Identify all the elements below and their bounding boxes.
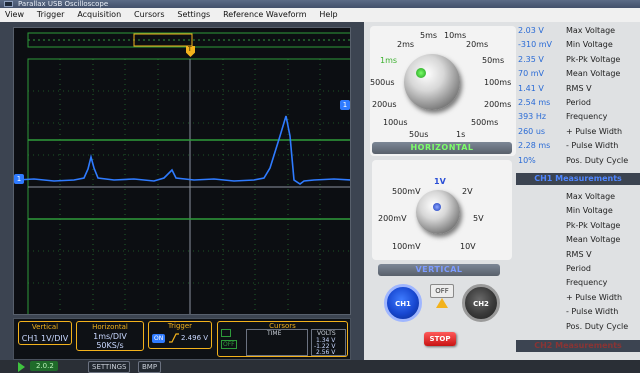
hlabel-1s[interactable]: 1s bbox=[456, 130, 465, 139]
menu-help[interactable]: Help bbox=[314, 8, 342, 22]
cursor-time-box: TIME bbox=[246, 329, 308, 356]
stop-button[interactable]: STOP bbox=[424, 332, 456, 346]
horizontal-knob[interactable] bbox=[404, 54, 460, 110]
hlabel-200us[interactable]: 200us bbox=[372, 100, 397, 109]
cursors-status[interactable]: Cursors OFF TIME VOLTS 1.34 V -1.22 V 2.… bbox=[217, 321, 348, 357]
bmp-button[interactable]: BMP bbox=[138, 361, 162, 373]
ch1-waveform bbox=[15, 115, 350, 185]
ch-off-toggle[interactable]: OFF bbox=[430, 284, 454, 298]
hlabel-5ms[interactable]: 5ms bbox=[420, 31, 437, 40]
horizontal-caption: Horizontal bbox=[92, 323, 128, 331]
hlabel-50ms[interactable]: 50ms bbox=[482, 56, 504, 65]
menu-view[interactable]: View bbox=[0, 8, 29, 22]
stop-label: STOP bbox=[429, 335, 451, 343]
horizontal-status[interactable]: Horizontal 1ms/DIV 50KS/s bbox=[76, 321, 144, 351]
ch1-button[interactable]: CH1 bbox=[384, 284, 422, 322]
footer-value: 2.0.2 bbox=[36, 362, 54, 370]
menu-reference-waveform[interactable]: Reference Waveform bbox=[218, 8, 311, 22]
vertical-caption: Vertical bbox=[31, 323, 59, 331]
vlabel-200mv[interactable]: 200mV bbox=[378, 214, 407, 223]
ch1-label: CH1 bbox=[395, 300, 411, 308]
status-panel: Vertical CH1 1V/DIV Horizontal 1ms/DIV 5… bbox=[13, 318, 351, 360]
cursor-volts-delta: 2.56 V bbox=[316, 349, 336, 356]
menu-trigger[interactable]: Trigger bbox=[32, 8, 70, 22]
hlabel-500us[interactable]: 500us bbox=[370, 78, 395, 87]
hlabel-100ms[interactable]: 100ms bbox=[484, 78, 511, 87]
trigger-caption: Trigger bbox=[167, 322, 193, 330]
vlabel-2v[interactable]: 2V bbox=[462, 187, 473, 196]
hlabel-10ms[interactable]: 10ms bbox=[444, 31, 466, 40]
ch2-label: CH2 bbox=[473, 300, 489, 308]
vlabel-5v[interactable]: 5V bbox=[473, 214, 484, 223]
menu-acquisition[interactable]: Acquisition bbox=[72, 8, 126, 22]
cursor-mode-icon[interactable] bbox=[221, 329, 231, 337]
cursor-off-button[interactable]: OFF bbox=[221, 340, 237, 349]
hlabel-1ms[interactable]: 1ms bbox=[380, 56, 397, 65]
ch-off-label: OFF bbox=[435, 287, 449, 295]
trigger-status[interactable]: Trigger ON 2.496 V bbox=[148, 321, 212, 349]
scope-grid bbox=[15, 32, 350, 314]
vlabel-100mv[interactable]: 100mV bbox=[392, 242, 421, 251]
vlabel-500mv[interactable]: 500mV bbox=[392, 187, 421, 196]
menu-cursors[interactable]: Cursors bbox=[129, 8, 169, 22]
cursor-time-caption: TIME bbox=[267, 330, 282, 337]
hlabel-100us[interactable]: 100us bbox=[383, 118, 408, 127]
horizontal-samplerate: 50KS/s bbox=[96, 341, 124, 350]
hlabel-500ms[interactable]: 500ms bbox=[471, 118, 498, 127]
ch2-measurements-header: CH2 Measurements bbox=[516, 340, 640, 352]
hlabel-2ms[interactable]: 2ms bbox=[397, 40, 414, 49]
vertical-knob[interactable] bbox=[416, 190, 460, 234]
vertical-knob-indicator bbox=[433, 203, 441, 211]
scope-display[interactable]: T 1 1 bbox=[13, 27, 351, 315]
settings-button[interactable]: SETTINGS bbox=[88, 361, 131, 373]
ch1-level-marker-left[interactable]: 1 bbox=[14, 174, 24, 184]
vlabel-10v[interactable]: 10V bbox=[460, 242, 476, 251]
cursor-volts-box: VOLTS 1.34 V -1.22 V 2.56 V bbox=[311, 329, 346, 356]
vertical-value: CH1 1V/DIV bbox=[21, 334, 69, 343]
hlabel-200ms[interactable]: 200ms bbox=[484, 100, 511, 109]
menu-bar: View Trigger Acquisition Cursors Setting… bbox=[0, 8, 640, 23]
scope-pane: T 1 1 Vertical CH1 1V/DIV Horizontal 1ms… bbox=[0, 22, 364, 373]
app-icon bbox=[4, 1, 13, 7]
window-title: Parallax USB Oscilloscope bbox=[18, 0, 109, 8]
trigger-on-button[interactable]: ON bbox=[152, 334, 166, 343]
hlabel-50us[interactable]: 50us bbox=[409, 130, 428, 139]
ch2-button[interactable]: CH2 bbox=[462, 284, 500, 322]
horizontal-knob-indicator bbox=[416, 68, 426, 78]
horizontal-title: HORIZONTAL bbox=[372, 142, 512, 154]
trigger-level: 2.496 V bbox=[181, 334, 209, 342]
vertical-title: VERTICAL bbox=[378, 264, 500, 276]
horizontal-timebase: 1ms/DIV bbox=[93, 332, 127, 341]
trigger-edge-icon[interactable] bbox=[169, 333, 179, 343]
menu-settings[interactable]: Settings bbox=[172, 8, 215, 22]
run-icon[interactable] bbox=[18, 362, 25, 372]
vertical-status[interactable]: Vertical CH1 1V/DIV bbox=[18, 321, 72, 345]
ch1-level-marker-right[interactable]: 1 bbox=[340, 100, 350, 110]
warning-icon bbox=[436, 298, 448, 308]
vlabel-1v[interactable]: 1V bbox=[434, 177, 446, 186]
hlabel-20ms[interactable]: 20ms bbox=[466, 40, 488, 49]
ch1-measurements-header: CH1 Measurements bbox=[516, 173, 640, 185]
cursor-volts-caption: VOLTS bbox=[317, 330, 336, 337]
footer-indicator: 2.0.2 bbox=[30, 361, 58, 371]
title-bar: Parallax USB Oscilloscope bbox=[0, 0, 640, 8]
